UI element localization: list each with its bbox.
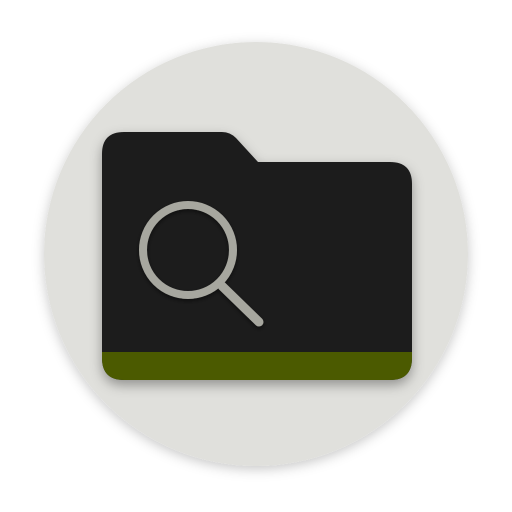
folder-icon	[102, 132, 412, 380]
folder-body	[102, 132, 412, 380]
folder-search-icon[interactable]	[0, 0, 512, 512]
folder-bottom-band	[102, 352, 412, 380]
app-icon-canvas	[0, 0, 512, 512]
